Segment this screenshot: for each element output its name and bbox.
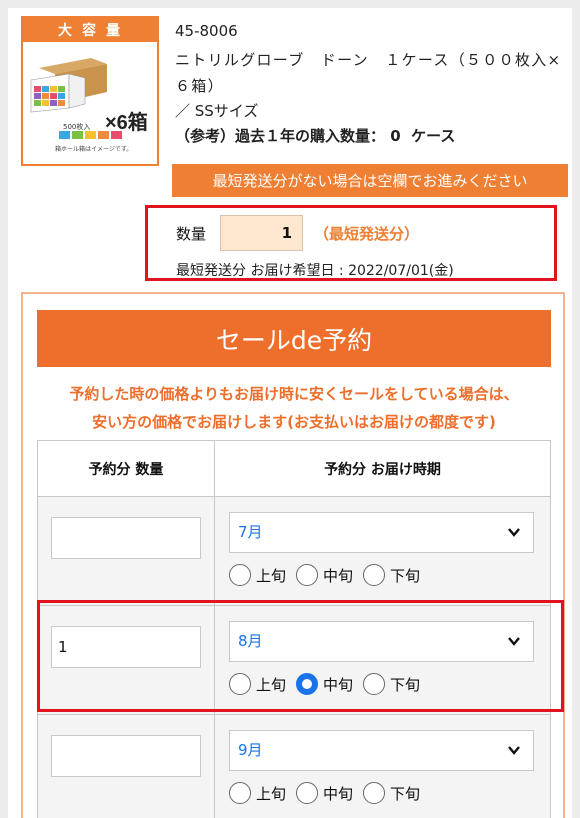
radio-label: 下旬	[390, 566, 421, 585]
radio-mid[interactable]: 中旬	[296, 673, 353, 695]
quantity-label: 数量	[176, 225, 207, 243]
product-code: 45-8006	[175, 22, 238, 40]
radio-button-checked-icon[interactable]	[296, 673, 319, 695]
column-header-period: 予約分 お届け時期	[214, 440, 551, 497]
radio-button-icon[interactable]	[296, 564, 319, 586]
delivery-date: 最短発送分 お届け希望日 : 2022/07/01(金)	[176, 263, 454, 279]
reservation-description-line1: 予約した時の価格よりもお届け時に安くセールをしている場合は、	[69, 385, 519, 403]
chevron-down-icon	[508, 746, 520, 755]
reserve-qty-input[interactable]	[51, 517, 201, 559]
period-cell: 8月 上旬 中旬 下旬	[214, 605, 551, 715]
radio-early[interactable]: 上旬	[229, 673, 286, 695]
month-select-value: 9月	[238, 741, 263, 759]
radio-early[interactable]: 上旬	[229, 564, 286, 586]
month-select-value: 8月	[238, 632, 263, 650]
page: 大容量 ×6箱 500枚入 箱ホール箱はイメージです。 45-8006 ニトリル…	[8, 8, 572, 818]
month-select[interactable]: 8月	[229, 621, 534, 662]
reserve-qty-input[interactable]: 1	[51, 626, 201, 668]
product-size: ／ SSサイズ	[175, 102, 259, 120]
radio-button-icon[interactable]	[363, 673, 386, 695]
quantity-input[interactable]: 1	[220, 215, 303, 251]
radio-label: 上旬	[256, 566, 287, 585]
period-radio-group: 上旬 中旬 下旬	[229, 673, 420, 695]
period-cell: 9月 上旬 中旬 下旬	[214, 714, 551, 818]
chevron-down-icon	[508, 637, 520, 646]
radio-button-icon[interactable]	[229, 782, 251, 804]
reservation-table: 予約分 数量 予約分 お届け時期 7月 上旬 中旬 下旬 1 8月 上旬 中旬 …	[37, 440, 551, 818]
radio-early[interactable]: 上旬	[229, 782, 286, 804]
radio-mid[interactable]: 中旬	[296, 564, 353, 586]
qty-cell	[37, 496, 215, 606]
radio-label: 中旬	[323, 675, 354, 694]
reservation-title: セールde予約	[37, 310, 551, 367]
thumb-banner: 大容量	[23, 18, 157, 42]
radio-label: 下旬	[390, 675, 421, 694]
reserve-qty-input[interactable]	[51, 735, 201, 777]
radio-label: 中旬	[323, 784, 354, 803]
table-row: 1 8月 上旬 中旬 下旬	[37, 605, 551, 715]
month-select[interactable]: 7月	[229, 512, 534, 553]
period-radio-group: 上旬 中旬 下旬	[229, 782, 420, 804]
thumb-note: 箱ホール箱はイメージです。	[55, 146, 133, 153]
table-row: 9月 上旬 中旬 下旬	[37, 714, 551, 818]
purchase-history: （参考）過去１年の購入数量： 0 ケース	[175, 127, 456, 145]
column-header-qty: 予約分 数量	[37, 440, 215, 497]
radio-late[interactable]: 下旬	[363, 673, 420, 695]
radio-button-icon[interactable]	[296, 782, 319, 804]
table-row: 7月 上旬 中旬 下旬	[37, 496, 551, 606]
notice-bar: 最短発送分がない場合は空欄でお進みください	[172, 164, 568, 197]
radio-label: 中旬	[323, 566, 354, 585]
period-radio-group: 上旬 中旬 下旬	[229, 564, 420, 586]
quantity-tag: （最短発送分）	[314, 225, 420, 243]
radio-button-icon[interactable]	[229, 673, 251, 695]
reservation-description: 予約した時の価格よりもお届け時に安くセールをしている場合は、 安い方の価格でお届…	[29, 380, 559, 436]
glove-box-illustration	[30, 58, 107, 113]
thumb-size-swatches	[59, 131, 122, 139]
radio-late[interactable]: 下旬	[363, 564, 420, 586]
qty-cell: 1	[37, 605, 215, 715]
month-select[interactable]: 9月	[229, 730, 534, 771]
radio-label: 上旬	[256, 675, 287, 694]
quantity-section: 数量 1 （最短発送分） 最短発送分 お届け希望日 : 2022/07/01(金…	[145, 205, 557, 281]
period-cell: 7月 上旬 中旬 下旬	[214, 496, 551, 606]
qty-cell	[37, 714, 215, 818]
month-select-value: 7月	[238, 523, 263, 541]
radio-mid[interactable]: 中旬	[296, 782, 353, 804]
radio-button-icon[interactable]	[229, 564, 251, 586]
radio-label: 下旬	[390, 784, 421, 803]
reservation-panel: セールde予約 予約した時の価格よりもお届け時に安くセールをしている場合は、 安…	[21, 292, 565, 818]
radio-label: 上旬	[256, 784, 287, 803]
radio-late[interactable]: 下旬	[363, 782, 420, 804]
radio-button-icon[interactable]	[363, 564, 386, 586]
reservation-description-line2: 安い方の価格でお届けします(お支払いはお届けの都度です)	[92, 413, 496, 431]
product-name: ニトリルグローブ ドーン １ケース（５００枚入×６箱）	[175, 51, 562, 95]
chevron-down-icon	[508, 528, 520, 537]
product-image[interactable]: 大容量 ×6箱 500枚入 箱ホール箱はイメージです。	[21, 16, 159, 166]
radio-button-icon[interactable]	[363, 782, 386, 804]
